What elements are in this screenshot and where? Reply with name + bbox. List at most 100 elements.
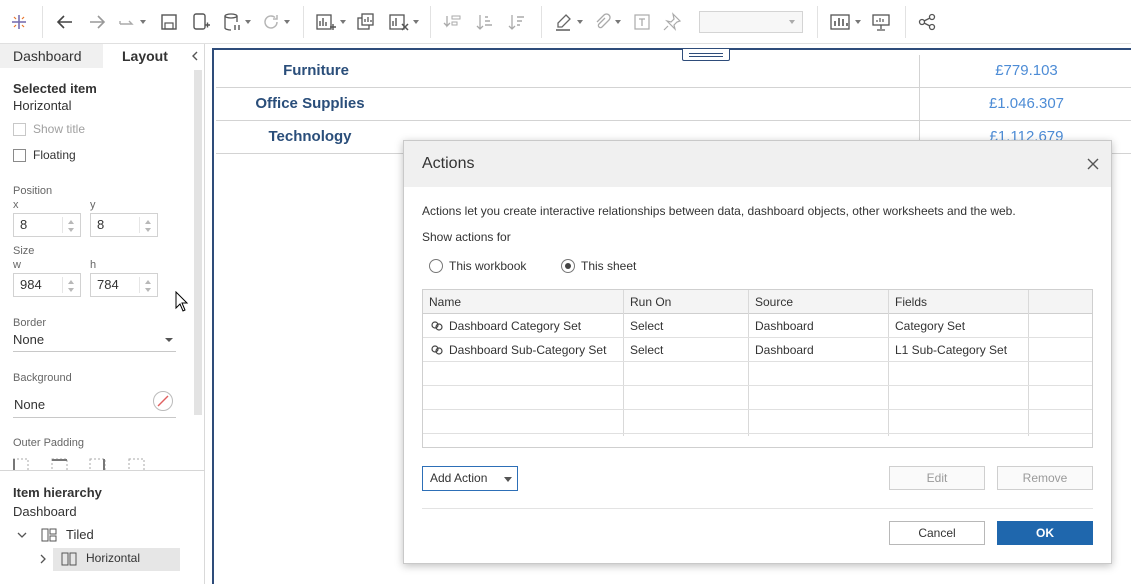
padding-right-icon	[89, 458, 106, 472]
h-label: h	[90, 259, 97, 271]
duplicate-sheet-icon[interactable]	[356, 11, 376, 33]
width-input[interactable]: 984	[13, 273, 81, 297]
x-position-input[interactable]: 8	[13, 213, 81, 237]
clear-sheet-icon[interactable]	[388, 11, 419, 33]
y-label: y	[90, 199, 96, 211]
table-row[interactable]: Furniture £779.103	[216, 55, 1131, 88]
panel-divider	[0, 470, 205, 471]
action-fields: L1 Sub-Category Set	[895, 343, 1008, 357]
action-fields: Category Set	[895, 319, 966, 333]
table-row[interactable]: Dashboard Sub-Category Set Select Dashbo…	[423, 338, 1092, 362]
label-icon[interactable]	[632, 11, 652, 33]
category-label: Office Supplies	[255, 95, 365, 112]
background-label: Background	[13, 372, 72, 384]
actions-table: Name Run On Source Fields Dashboard Cate…	[422, 289, 1093, 448]
item-hierarchy-title: Item hierarchy	[13, 485, 102, 500]
panel-tabs: Dashboard Layout	[0, 44, 205, 68]
empty-row	[423, 410, 1092, 434]
dialog-header: Actions	[404, 141, 1111, 187]
height-input[interactable]: 784	[90, 273, 158, 297]
size-label: Size	[13, 245, 35, 257]
column-header-run-on[interactable]: Run On	[630, 295, 671, 309]
sort-ascending-icon[interactable]	[476, 11, 496, 33]
tableau-logo-icon[interactable]	[10, 11, 28, 33]
toolbar	[0, 0, 1131, 44]
action-name: Dashboard Sub-Category Set	[449, 343, 607, 357]
no-color-icon[interactable]	[152, 390, 174, 412]
border-select[interactable]: None	[13, 332, 176, 352]
pin-icon[interactable]	[662, 11, 682, 33]
dialog-title: Actions	[422, 155, 475, 172]
chevron-down-icon[interactable]	[16, 529, 28, 541]
sort-descending-icon[interactable]	[508, 11, 528, 33]
dialog-separator	[422, 508, 1093, 509]
ok-button[interactable]: OK	[997, 521, 1093, 545]
padding-all-icon	[12, 458, 29, 472]
mouse-cursor-icon	[175, 290, 189, 313]
this-sheet-label[interactable]: This sheet	[581, 259, 636, 273]
layout-panel: Dashboard Layout Selected item Horizonta…	[0, 44, 205, 584]
floating-label: Floating	[33, 148, 76, 162]
selected-item-value: Horizontal	[13, 98, 72, 113]
close-icon[interactable]	[1085, 156, 1101, 172]
x-label: x	[13, 199, 19, 211]
column-header-name[interactable]: Name	[429, 295, 461, 309]
dialog-description: Actions let you create interactive relat…	[422, 204, 1016, 218]
action-run-on: Select	[630, 319, 664, 333]
sales-value: £1.046.307	[988, 95, 1065, 112]
empty-row	[423, 362, 1092, 386]
sales-value: £779.103	[995, 62, 1058, 79]
this-workbook-label[interactable]: This workbook	[449, 259, 526, 273]
hierarchy-root[interactable]: Dashboard	[13, 504, 77, 519]
save-icon[interactable]	[160, 11, 178, 33]
add-action-button[interactable]: Add Action	[422, 466, 518, 491]
floating-checkbox[interactable]	[13, 149, 26, 162]
action-run-on: Select	[630, 343, 664, 357]
replay-icon[interactable]	[117, 11, 146, 33]
this-sheet-radio[interactable]	[561, 259, 575, 273]
new-worksheet-icon[interactable]	[315, 11, 346, 33]
category-label: Furniture	[283, 62, 349, 79]
this-workbook-radio[interactable]	[429, 259, 443, 273]
refresh-icon[interactable]	[261, 11, 290, 33]
link-icon	[431, 344, 443, 356]
action-source: Dashboard	[755, 343, 814, 357]
new-datasource-icon[interactable]	[191, 11, 211, 33]
category-label: Technology	[268, 128, 352, 145]
column-header-source[interactable]: Source	[755, 295, 793, 309]
table-row[interactable]: Dashboard Category Set Select Dashboard …	[423, 314, 1092, 338]
table-header: Name Run On Source Fields	[423, 290, 1092, 314]
position-label: Position	[13, 185, 53, 197]
presentation-icon[interactable]	[871, 11, 891, 33]
share-icon[interactable]	[918, 11, 936, 33]
tiled-container-icon	[41, 527, 57, 543]
collapse-panel-icon[interactable]	[188, 48, 202, 64]
edit-button[interactable]: Edit	[889, 466, 985, 490]
padding-controls	[12, 456, 153, 472]
remove-button[interactable]: Remove	[997, 466, 1093, 490]
swap-icon[interactable]	[443, 11, 463, 33]
highlight-icon[interactable]	[554, 11, 583, 33]
horizontal-container-icon	[61, 551, 77, 567]
panel-scrollbar[interactable]	[194, 70, 202, 415]
action-name: Dashboard Category Set	[449, 319, 582, 333]
fit-dropdown[interactable]	[699, 11, 803, 33]
pause-updates-icon[interactable]	[222, 11, 251, 33]
show-title-label: Show title	[33, 122, 86, 136]
cancel-button[interactable]: Cancel	[889, 521, 985, 545]
annotate-icon[interactable]	[592, 11, 621, 33]
hierarchy-horizontal[interactable]: Horizontal	[86, 551, 140, 565]
table-row[interactable]: Office Supplies £1.046.307	[216, 88, 1131, 121]
chevron-right-icon[interactable]	[37, 553, 49, 565]
empty-row	[423, 386, 1092, 410]
tab-dashboard[interactable]: Dashboard	[0, 44, 103, 68]
show-title-checkbox[interactable]	[13, 123, 26, 136]
show-me-icon[interactable]	[830, 11, 861, 33]
undo-icon[interactable]	[55, 11, 75, 33]
y-position-input[interactable]: 8	[90, 213, 158, 237]
hierarchy-tiled[interactable]: Tiled	[66, 527, 94, 542]
column-header-fields[interactable]: Fields	[895, 295, 927, 309]
padding-bottom-icon	[128, 458, 145, 472]
link-icon	[431, 320, 443, 332]
redo-icon[interactable]	[87, 11, 107, 33]
